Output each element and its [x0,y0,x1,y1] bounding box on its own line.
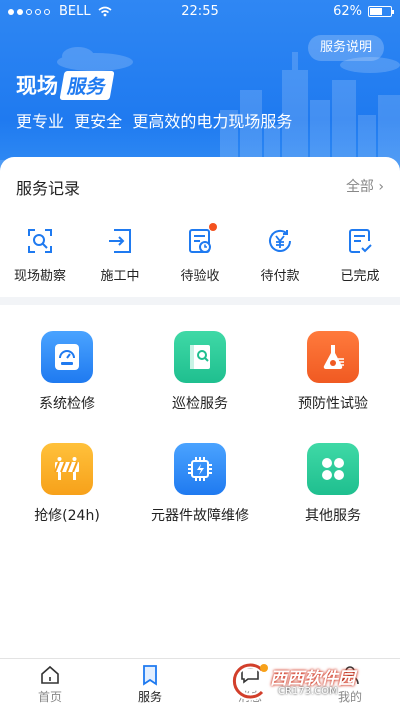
barrier-icon [54,457,79,480]
service-inspection[interactable]: 巡检服务 [133,331,267,413]
battery-icon [368,6,394,17]
service-label: 元器件故障维修 [151,508,249,524]
service-label: 其他服务 [305,508,361,524]
service-records-card: 服务记录 全部 › 现场勘察 施工中 待验收 待付款 已完成 [0,157,400,297]
payment-icon [269,229,291,252]
service-tile [307,443,359,495]
record-construction[interactable]: 施工中 [80,227,160,284]
brand-text-part1: 现场 [16,74,58,98]
survey-icon [28,229,52,253]
record-completed[interactable]: 已完成 [320,227,400,284]
view-all-link[interactable]: 全部 › [346,176,384,196]
record-label: 待验收 [180,269,220,284]
service-system-maintenance[interactable]: 系统检修 [0,331,134,413]
record-label: 现场勘察 [13,269,66,284]
pending-acceptance-icon [189,229,211,253]
site-watermark: 西西软件园 CR173.COM [218,658,388,704]
service-component-repair[interactable]: 元器件故障维修 [133,443,267,525]
record-label: 待付款 [260,269,300,284]
tab-home[interactable]: 首页 [0,659,100,710]
chevron-right-icon: › [378,179,384,195]
record-payment[interactable]: 待付款 [240,227,320,284]
chip-icon [188,457,212,481]
service-tile [307,331,359,383]
slogan: 更专业 更安全 更高效的电力现场服务 [16,112,293,131]
status-bar: BELL 22:55 62% [0,0,400,24]
watermark-logo-icon [230,661,268,701]
meter-icon [55,344,79,370]
service-tile [41,443,93,495]
record-label: 已完成 [340,269,380,284]
view-all-label: 全部 [345,179,374,195]
service-tile [174,331,226,383]
tab-label: 首页 [37,690,62,704]
service-label: 系统检修 [39,396,95,412]
services-grid: 系统检修 巡检服务 预防性试验 抢修(24h) 元器件故障维修 其他服务 [0,305,400,660]
service-emergency-repair[interactable]: 抢修(24h) [0,443,134,525]
flask-icon [323,345,344,370]
construction-icon [109,229,131,253]
service-label: 预防性试验 [298,396,368,412]
service-label: 抢修(24h) [34,508,100,524]
record-label: 施工中 [100,269,140,284]
service-description-button[interactable]: 服务说明 [307,35,384,61]
home-icon [41,665,59,684]
record-pending-acceptance[interactable]: 待验收 [160,223,240,284]
completed-icon [349,229,372,253]
record-survey[interactable]: 现场勘察 [0,227,80,284]
notification-badge [209,223,217,231]
battery-status: 62% [333,4,394,19]
service-tile [41,331,93,383]
service-label: 巡检服务 [172,396,228,412]
brand-logo: 现场 服务 [16,70,115,100]
tab-label: 服务 [137,690,162,704]
tab-services[interactable]: 服务 [100,659,200,710]
inspection-book-icon [190,345,210,369]
bookmark-icon [143,665,157,686]
brand-text-part2: 服务 [59,70,115,100]
service-other[interactable]: 其他服务 [266,443,400,525]
more-services-icon [322,458,344,480]
section-title: 服务记录 [16,179,81,198]
watermark-url: CR173.COM [278,686,338,697]
service-tile [174,443,226,495]
service-preventive-test[interactable]: 预防性试验 [266,331,400,413]
battery-percent: 62% [333,4,362,19]
